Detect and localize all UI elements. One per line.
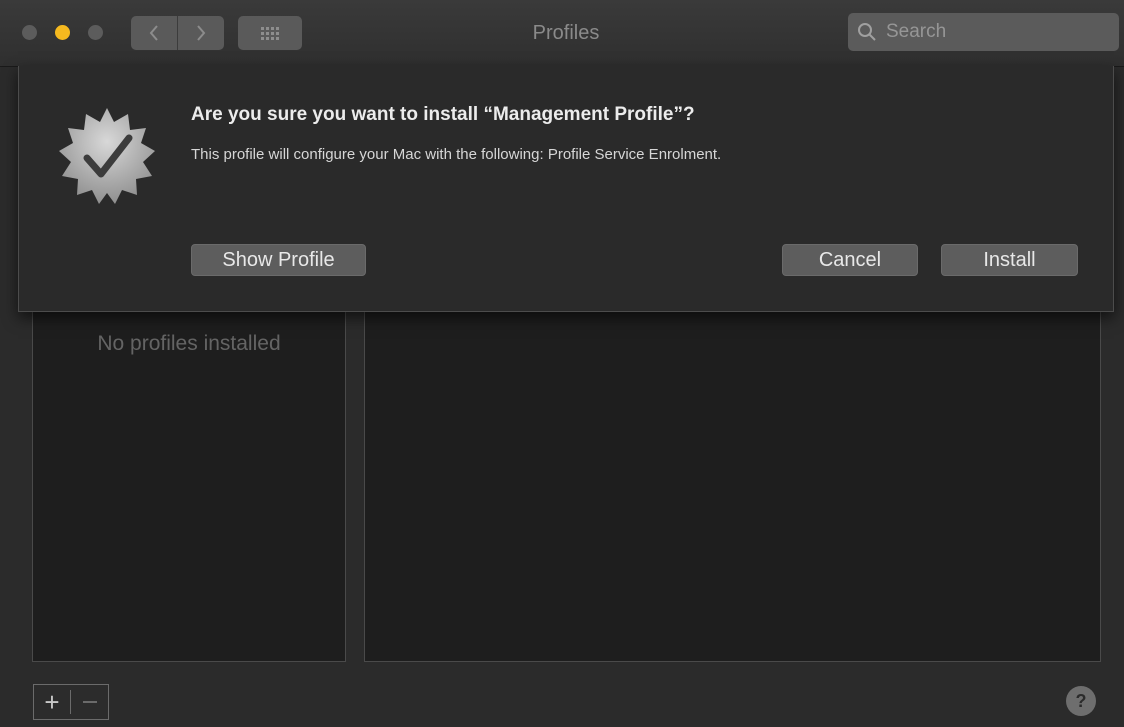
minimize-window-button[interactable] bbox=[55, 25, 70, 40]
chevron-left-icon bbox=[149, 25, 158, 41]
show-all-button[interactable] bbox=[238, 16, 302, 50]
chevron-right-icon bbox=[197, 25, 206, 41]
search-icon bbox=[858, 23, 876, 41]
dialog-heading: Are you sure you want to install “Manage… bbox=[191, 104, 695, 125]
zoom-window-button[interactable] bbox=[88, 25, 103, 40]
minus-icon bbox=[82, 701, 97, 703]
grid-icon bbox=[261, 26, 279, 40]
search-placeholder: Search bbox=[886, 21, 947, 42]
back-button[interactable] bbox=[131, 16, 177, 50]
empty-list-text: No profiles installed bbox=[97, 332, 281, 355]
verified-badge-icon bbox=[59, 108, 155, 204]
install-button[interactable]: Install bbox=[941, 244, 1078, 276]
profile-detail-pane bbox=[364, 312, 1101, 662]
close-window-button[interactable] bbox=[22, 25, 37, 40]
help-button[interactable]: ? bbox=[1066, 686, 1096, 716]
title-bar: Profiles Search bbox=[0, 0, 1124, 67]
add-profile-button[interactable]: + bbox=[34, 685, 70, 719]
remove-profile-button[interactable] bbox=[71, 685, 108, 719]
profiles-list[interactable]: No profiles installed bbox=[32, 312, 346, 662]
install-profile-dialog: Are you sure you want to install “Manage… bbox=[18, 66, 1114, 312]
navigation-segment bbox=[131, 16, 224, 50]
forward-button[interactable] bbox=[178, 16, 224, 50]
cancel-button[interactable]: Cancel bbox=[782, 244, 918, 276]
window-title: Profiles bbox=[532, 22, 600, 44]
search-field[interactable]: Search bbox=[848, 13, 1119, 51]
add-remove-control: + bbox=[33, 684, 109, 720]
show-profile-button[interactable]: Show Profile bbox=[191, 244, 366, 276]
dialog-message: This profile will configure your Mac wit… bbox=[191, 146, 722, 163]
